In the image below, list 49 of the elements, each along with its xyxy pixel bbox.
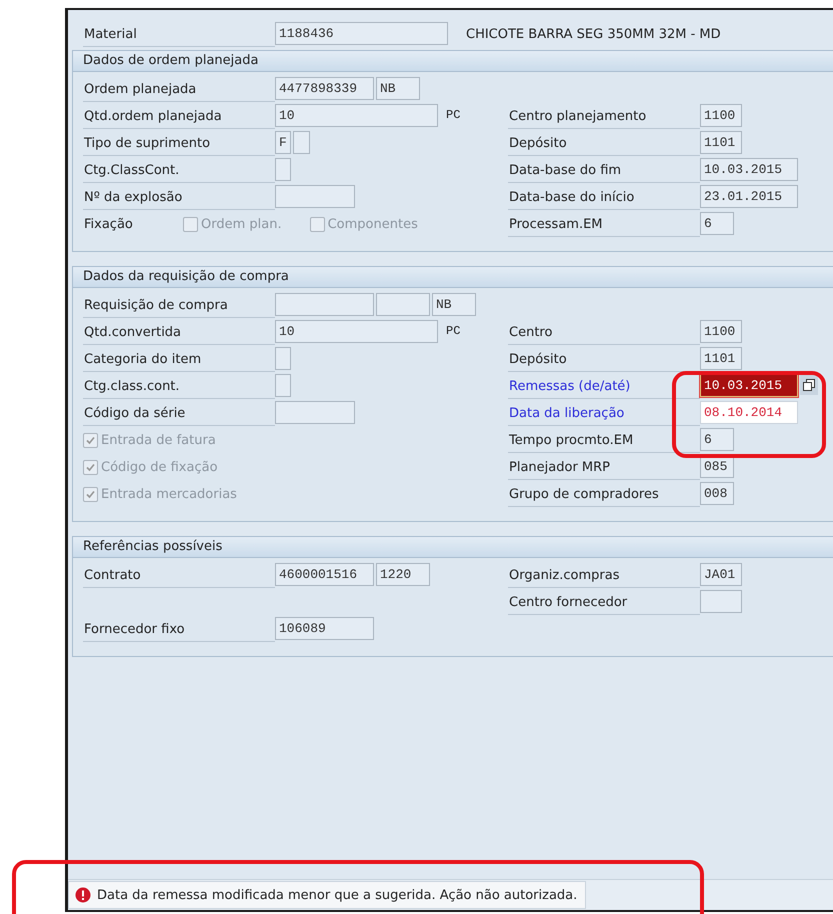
checkmark-icon — [85, 489, 96, 500]
input-field[interactable]: F — [275, 131, 291, 154]
input-field[interactable] — [376, 293, 430, 316]
field-label: Fixação — [83, 216, 134, 234]
input-field[interactable]: 10 — [275, 104, 438, 127]
field-label: Planejador MRP — [508, 455, 700, 480]
input-field[interactable] — [275, 401, 355, 424]
checkmark-icon — [85, 462, 96, 473]
multiple-selection-button[interactable] — [800, 375, 818, 395]
input-field[interactable]: 10 — [275, 320, 438, 343]
input-field[interactable]: NB — [432, 293, 476, 316]
input-field[interactable]: 106089 — [275, 617, 374, 640]
input-field[interactable]: 1220 — [376, 563, 430, 586]
unit-label: PC — [446, 107, 460, 124]
input-field[interactable] — [275, 374, 291, 397]
input-field[interactable]: 23.01.2015 — [700, 185, 798, 208]
material-description: CHICOTE BARRA SEG 350MM 32M - MD — [466, 26, 721, 44]
input-field[interactable]: 1100 — [700, 104, 742, 127]
input-field[interactable]: 1101 — [700, 347, 742, 370]
section-header: Referências possíveis — [73, 537, 833, 558]
input-field[interactable]: 08.10.2014 — [700, 401, 798, 424]
input-field[interactable] — [275, 347, 291, 370]
checkbox-label: Entrada mercadorias — [101, 487, 237, 502]
unit-label: PC — [446, 323, 460, 340]
input-field[interactable]: 1101 — [700, 131, 742, 154]
input-field[interactable]: 1100 — [700, 320, 742, 343]
input-field[interactable] — [275, 185, 355, 208]
input-field[interactable]: 6 — [700, 212, 734, 235]
checkbox-label: Componentes — [328, 217, 418, 232]
input-field[interactable] — [700, 590, 742, 613]
input-field[interactable]: 4600001516 — [275, 563, 374, 586]
section-header: Dados de ordem planejada — [73, 51, 833, 72]
checkbox-label: Código de fixação — [101, 460, 218, 475]
input-field[interactable]: 10.03.2015 — [700, 158, 798, 181]
checkbox-label: Ordem plan. — [201, 217, 282, 232]
input-field[interactable]: 4477898339 — [275, 77, 374, 100]
input-field[interactable]: 008 — [700, 482, 734, 505]
input-field[interactable] — [293, 131, 310, 154]
checkbox-label: Entrada de fatura — [101, 433, 216, 448]
input-field[interactable] — [275, 158, 291, 181]
input-field[interactable] — [275, 293, 374, 316]
status-text: Data da remessa modificada menor que a sugerida. Ação não autorizada. — [97, 888, 578, 902]
input-field[interactable]: NB — [376, 77, 420, 100]
input-field[interactable]: 10.03.2015 — [700, 374, 798, 397]
material-field[interactable]: 1188436 — [275, 22, 448, 45]
input-field[interactable]: 6 — [700, 428, 734, 451]
input-field[interactable]: JA01 — [700, 563, 742, 586]
section-header: Dados da requisição de compra — [73, 267, 833, 288]
checkmark-icon — [85, 435, 96, 446]
